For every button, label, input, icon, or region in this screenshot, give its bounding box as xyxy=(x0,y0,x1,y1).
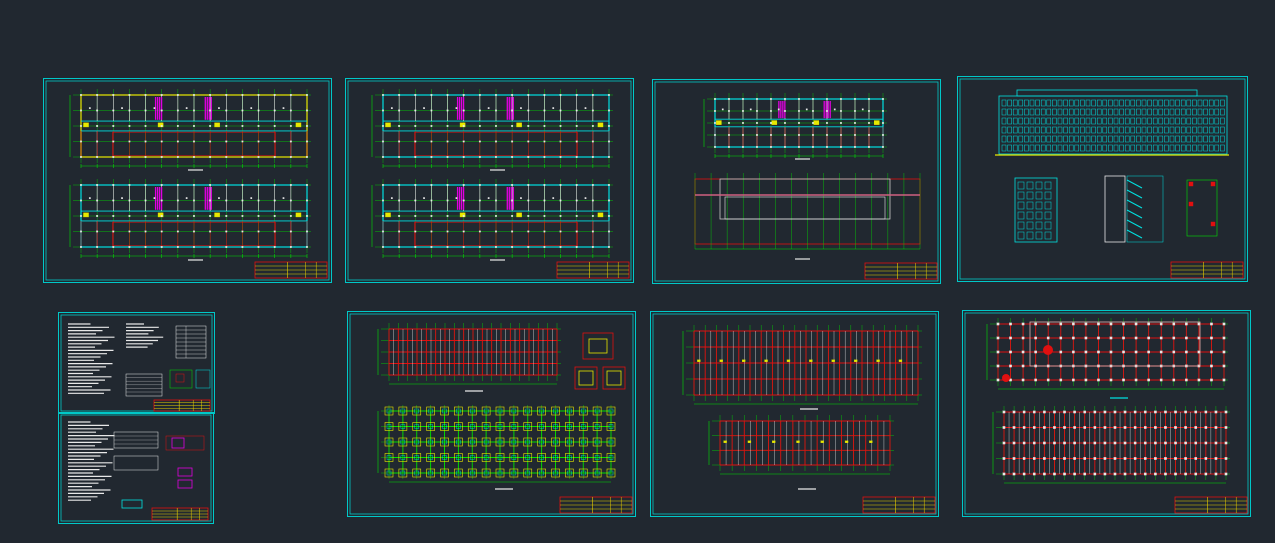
sheet-border xyxy=(345,78,634,283)
sheet-inner-border xyxy=(347,80,632,281)
notes-2-drawing xyxy=(58,412,214,524)
title-block xyxy=(864,262,938,280)
floor-plans-1-lower-plan xyxy=(69,179,311,258)
title-block xyxy=(153,399,211,412)
sheet-border xyxy=(652,79,941,284)
floor-plans-2-lower-plan xyxy=(371,179,613,258)
sheet-inner-border xyxy=(45,80,330,281)
sheet-border xyxy=(43,78,332,283)
drawing-sheet-beam-plans[interactable] xyxy=(650,311,939,517)
column-plans-drawing xyxy=(962,310,1251,517)
foundation-plan xyxy=(377,405,616,483)
title-block xyxy=(559,496,633,514)
roof-plan xyxy=(694,173,921,250)
detail-drawings xyxy=(121,435,205,509)
drawing-sheet-notes-2[interactable] xyxy=(58,412,214,524)
cad-model-space[interactable] xyxy=(0,0,1275,543)
column-layout-upper xyxy=(986,318,1228,390)
column-marker xyxy=(1043,345,1053,355)
schedule-table xyxy=(175,325,207,359)
drawing-sheet-foundation[interactable] xyxy=(347,311,636,517)
sheet-border xyxy=(962,310,1251,517)
elevations-drawing xyxy=(957,76,1248,282)
drawing-sheet-floor-plans-1[interactable] xyxy=(43,78,332,283)
column-layout-lower xyxy=(992,406,1230,484)
drawing-sheet-elevations[interactable] xyxy=(957,76,1248,282)
column-marker-2 xyxy=(1002,374,1010,382)
title-block xyxy=(254,261,328,279)
floor-plans-2-drawing xyxy=(345,78,634,283)
front-elevation xyxy=(995,89,1229,156)
floor-plans-1-drawing xyxy=(43,78,332,283)
design-notes-text xyxy=(68,421,115,501)
pile-cap-plan xyxy=(377,323,561,385)
beam-plan-upper xyxy=(682,325,922,405)
general-notes-text xyxy=(68,323,164,394)
beam-plans-drawing xyxy=(650,311,939,517)
title-block xyxy=(862,496,936,514)
drawing-sheet-plan-roof[interactable] xyxy=(652,79,941,284)
drawing-sheet-notes-1[interactable] xyxy=(58,312,215,414)
stair-section xyxy=(1104,175,1164,243)
title-block xyxy=(556,261,630,279)
pile-cap-details xyxy=(574,332,626,390)
upper-floor-plan xyxy=(703,93,887,158)
title-block xyxy=(1174,496,1248,514)
roof-outline xyxy=(1029,321,1201,367)
sheet-border xyxy=(957,76,1248,282)
beam-plan-lower xyxy=(708,415,894,475)
sheet-inner-border xyxy=(654,81,939,282)
schedule-table-2 xyxy=(125,373,163,397)
plan-roof-drawing xyxy=(652,79,941,284)
title-block xyxy=(1170,261,1244,279)
side-elevation xyxy=(1014,177,1058,243)
foundation-drawing xyxy=(347,311,636,517)
drawing-sheet-floor-plans-2[interactable] xyxy=(345,78,634,283)
drawing-sheet-column-plans[interactable] xyxy=(962,310,1251,517)
notes-table xyxy=(113,431,159,471)
title-block xyxy=(151,507,209,521)
floor-plans-2-upper-plan xyxy=(371,89,613,168)
floor-plans-1-upper-plan xyxy=(69,89,311,168)
notes-1-drawing xyxy=(58,312,215,414)
detail-plan xyxy=(1186,179,1218,237)
